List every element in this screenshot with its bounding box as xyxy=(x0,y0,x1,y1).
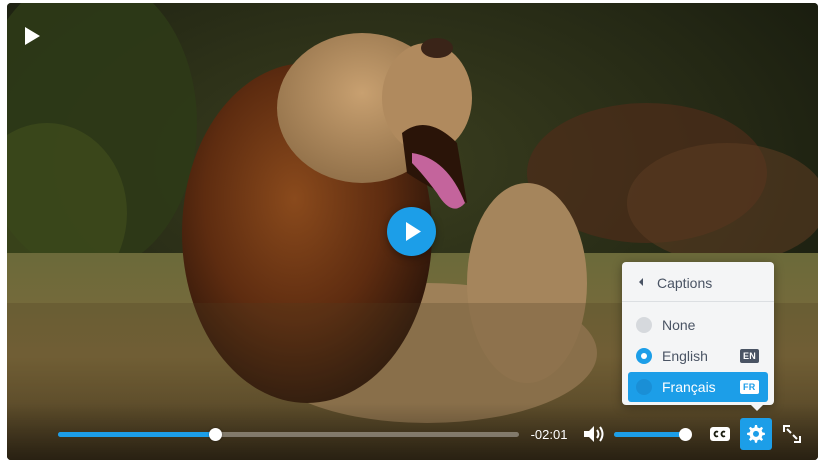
radio-francais[interactable] xyxy=(636,379,652,395)
language-badge: EN xyxy=(740,349,760,363)
language-badge: FR xyxy=(740,380,759,394)
progress-handle[interactable] xyxy=(208,428,222,441)
volume-slider[interactable] xyxy=(614,428,692,441)
captions-menu-back[interactable]: Captions xyxy=(622,262,774,302)
captions-button[interactable] xyxy=(709,424,731,444)
cc-icon xyxy=(710,427,730,441)
video-player[interactable]: -02:01 Captions None English EN Français… xyxy=(7,3,818,460)
captions-menu-title: Captions xyxy=(657,275,713,291)
progress-fill xyxy=(58,432,215,437)
caption-option-label: None xyxy=(662,317,696,333)
gear-icon xyxy=(747,425,765,443)
caption-option-label: Français xyxy=(662,379,716,395)
play-button[interactable] xyxy=(21,25,43,47)
fullscreen-button[interactable] xyxy=(782,424,802,444)
caption-option-none[interactable]: None xyxy=(628,310,768,340)
chevron-left-icon xyxy=(639,278,643,286)
captions-menu: Captions None English EN Français FR xyxy=(622,262,774,411)
caption-option-label: English xyxy=(662,348,708,364)
time-remaining: -02:01 xyxy=(530,427,568,442)
settings-button[interactable] xyxy=(740,418,772,450)
radio-english[interactable] xyxy=(636,348,652,364)
big-play-button[interactable] xyxy=(387,207,436,256)
play-icon xyxy=(25,27,40,45)
volume-fill xyxy=(614,432,685,437)
radio-none[interactable] xyxy=(636,317,652,333)
fullscreen-icon xyxy=(783,425,801,443)
volume-icon xyxy=(584,426,604,442)
caption-option-english[interactable]: English EN xyxy=(628,341,768,371)
caption-option-francais[interactable]: Français FR xyxy=(628,372,768,402)
volume-handle[interactable] xyxy=(678,428,692,441)
progress-bar[interactable] xyxy=(58,428,519,441)
play-icon xyxy=(406,222,421,241)
volume-button[interactable] xyxy=(582,423,606,445)
